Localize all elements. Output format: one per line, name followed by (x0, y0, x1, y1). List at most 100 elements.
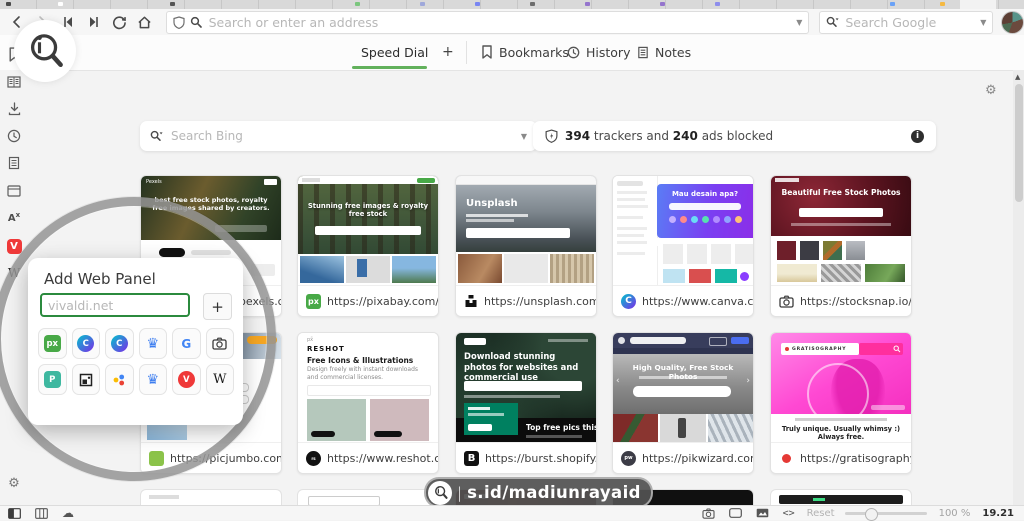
web-panel-address-input[interactable] (40, 293, 190, 317)
search-input[interactable] (843, 14, 976, 31)
note-icon (637, 46, 649, 59)
photo-thumb (660, 414, 705, 442)
panel-toggle-icon[interactable] (8, 508, 21, 519)
tile-url: https://www.reshot.co... (327, 452, 438, 465)
pixabay-search-bar (315, 226, 421, 235)
address-dropdown-caret[interactable]: ▼ (796, 18, 802, 27)
tile-caption: rs https://www.reshot.co... (298, 442, 438, 473)
bing-dropdown-caret[interactable]: ▼ (521, 132, 527, 141)
tab-bookmarks[interactable]: Bookmarks (481, 35, 569, 69)
canva-shortcut-dots (657, 216, 753, 223)
tab-favicon (355, 2, 360, 6)
speed-dial-search[interactable]: ▼ (140, 121, 537, 151)
search-dropdown-caret[interactable]: ▼ (980, 18, 986, 27)
tracker-blocker-status[interactable]: 394 trackers and 240 ads blocked i (533, 121, 936, 151)
scrollbar-up-arrow[interactable]: ▲ (1015, 73, 1020, 81)
capture-camera-icon[interactable] (702, 508, 715, 519)
speed-dial-search-input[interactable] (169, 128, 515, 144)
address-input[interactable] (207, 14, 792, 31)
fast-forward-button[interactable] (81, 11, 107, 33)
photo-thumb (708, 414, 753, 442)
suggestion-picjumbo[interactable]: P (38, 364, 67, 395)
suggestion-blue-mascot-2[interactable]: ♛ (139, 364, 168, 395)
panel-settings-gear-icon[interactable]: ⚙ (6, 475, 22, 491)
active-tab[interactable] (960, 0, 996, 9)
speed-dial-tile-pikwizard[interactable]: ‹ › High Quality, Free Stock Photos pw h… (612, 332, 754, 474)
search-engine-icon[interactable] (150, 130, 163, 142)
speed-dial-tile-canva[interactable]: Mau desain apa? C (612, 175, 754, 317)
add-panel-button[interactable]: + (203, 293, 232, 320)
speed-dial-tile-burst[interactable]: Download stunning photos for websites an… (455, 332, 597, 474)
suggestion-stocksnap[interactable] (206, 328, 235, 359)
zoom-reset-button[interactable]: Reset (807, 508, 835, 519)
pixabay-topbar (298, 176, 438, 184)
speed-dial-tile-unsplash[interactable]: Unsplash https://unsplash.com/ (455, 175, 597, 317)
tile-url: https://gratisography.... (800, 452, 911, 465)
add-speed-dial-page-button[interactable]: + (442, 35, 454, 69)
reading-list-panel-icon[interactable] (6, 74, 22, 90)
bookmark-icon (481, 45, 493, 59)
search-field[interactable]: ▼ (819, 11, 993, 34)
stocksnap-thumb-row-2 (777, 264, 905, 282)
blue-mascot-favicon: ♛ (146, 337, 159, 351)
suggestion-wikipedia[interactable]: W (206, 364, 235, 395)
info-icon[interactable]: i (911, 130, 924, 143)
suggestion-window-site[interactable] (72, 364, 101, 395)
suggestion-pixabay[interactable]: px (38, 328, 67, 359)
images-toggle-icon[interactable] (756, 508, 769, 518)
speed-dial-settings-gear-icon[interactable]: ⚙ (985, 83, 997, 98)
zoom-slider[interactable] (845, 512, 927, 515)
history-panel-icon[interactable] (6, 128, 22, 144)
photo-thumb (613, 414, 658, 442)
watermark-text: s.id/madiunrayaid (467, 483, 641, 502)
notes-panel-icon[interactable] (6, 155, 22, 171)
reshot-block-icons (307, 399, 366, 441)
content-scrollbar[interactable]: ▲ (1013, 70, 1024, 506)
search-engine-icon[interactable] (826, 16, 839, 28)
speed-dial-tile-stocksnap[interactable]: Beautiful Free Stock Photos https://stoc… (770, 175, 912, 317)
tab-favicon (940, 2, 945, 6)
reshot-subtext: Design freely with instant downloads and… (307, 366, 429, 382)
pikwizard-thumbnail: ‹ › High Quality, Free Stock Photos (613, 333, 753, 442)
downloads-panel-icon[interactable] (6, 101, 22, 117)
search-icon (190, 16, 202, 28)
shield-icon[interactable] (173, 16, 185, 29)
trackers-label: trackers and (594, 129, 669, 143)
pixabay-thumbnail: Stunning free images & royalty free stoc… (298, 176, 438, 285)
page-frame-icon[interactable] (729, 508, 742, 518)
photo-thumb (300, 256, 344, 283)
unsplash-tagline (466, 214, 528, 217)
speed-dial-tile-reshot[interactable]: px̃ RESHOT Free Icons & Illustrations De… (297, 332, 439, 474)
profile-avatar[interactable] (1001, 11, 1024, 34)
watermark-pill: | s.id/madiunrayaid (424, 477, 653, 508)
page-actions-code-icon[interactable]: <> (783, 508, 795, 519)
reshot-mini-mark: px̃ (307, 337, 313, 343)
suggestion-vivaldi[interactable]: V (172, 364, 201, 395)
sync-cloud-icon[interactable]: ☁ (62, 506, 74, 520)
zoom-level: 100 % (939, 508, 971, 519)
tiling-icon[interactable] (35, 508, 48, 519)
tab-speed-dial[interactable]: Speed Dial (361, 35, 428, 69)
home-button[interactable] (132, 11, 158, 33)
suggestion-canva[interactable]: C (72, 328, 101, 359)
burst-headline: Download stunning photos for websites an… (464, 351, 588, 383)
suggestion-color-dots-site[interactable] (105, 364, 134, 395)
blocker-shield-icon (545, 129, 558, 143)
scrollbar-thumb[interactable] (1015, 84, 1023, 202)
reload-button[interactable] (106, 11, 132, 33)
speed-dial-tile-pixabay[interactable]: Stunning free images & royalty free stoc… (297, 175, 439, 317)
translate-panel-icon[interactable]: Ax (6, 210, 22, 226)
address-bar[interactable]: ▼ (166, 11, 810, 34)
reshot-filter-bar (307, 385, 431, 396)
suggestion-blue-mascot[interactable]: ♛ (139, 328, 168, 359)
suggestion-canva-2[interactable]: C (105, 328, 134, 359)
tab-favicon (660, 2, 665, 6)
pixabay-favicon: px (306, 294, 321, 309)
tab-history[interactable]: History (567, 35, 630, 69)
vivaldi-webpanel-icon[interactable]: V (6, 238, 22, 254)
window-panel-icon[interactable] (6, 183, 22, 199)
tab-notes[interactable]: Notes (637, 35, 691, 69)
suggestion-google[interactable]: G (172, 328, 201, 359)
tile-caption: https://stocksnap.io/ (771, 285, 911, 316)
speed-dial-tile-gratisography[interactable]: GRATISOGRAPHY Truly unique. Usually whim… (770, 332, 912, 474)
